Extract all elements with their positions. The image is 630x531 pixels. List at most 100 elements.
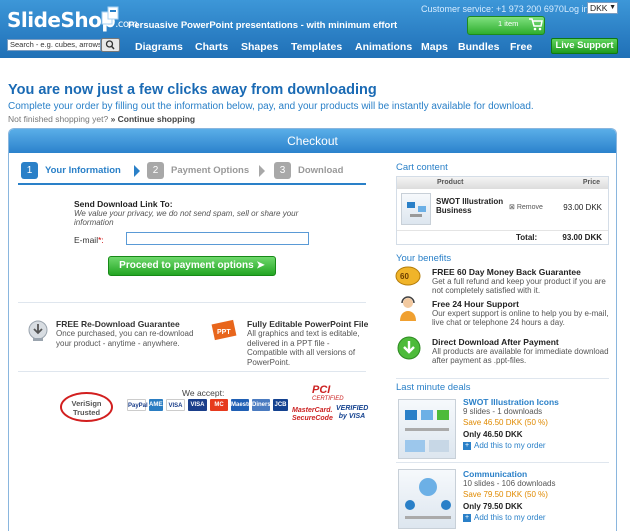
search-input[interactable]: Search - e.g. cubes, arrows... [7,39,101,51]
nav-templates[interactable]: Templates [291,41,355,53]
pci-logo: PCI [312,384,331,396]
cart-item-price: 93.00 DKK [563,203,602,212]
email-label: E-mail*: [74,235,104,245]
site-header: SlideShop.com Persuasive PowerPoint pres… [0,0,630,58]
step-your-information: 1 Your Information [21,162,121,179]
cart-item-name[interactable]: SWOT Illustration Business [436,197,506,215]
col-product: Product [437,179,464,186]
main-nav: Diagrams Charts Shapes Templates Animati… [135,41,540,53]
deal-meta: 9 slides - 1 downloads [463,407,543,416]
deal-save: Save 46.50 DKK (50 %) [463,418,548,427]
mastercard-logo: MC [210,399,228,411]
nav-bundles[interactable]: Bundles [458,41,510,53]
feature-redownload-title: FREE Re-Download Guarantee [56,319,180,329]
chevron-down-icon: ▼ [609,4,616,11]
deal-title[interactable]: SWOT Illustration Icons [463,397,559,407]
step-label: Your Information [45,165,121,176]
arrow-right-icon: ➤ [256,260,265,271]
feature-editable-text: All graphics and text is editable, deliv… [247,329,360,367]
nav-maps[interactable]: Maps [421,41,458,53]
re-download-icon [28,320,48,341]
step-label: Download [298,165,344,176]
currency-value: DKK [590,3,608,13]
close-icon: ⊠ [509,204,515,211]
svg-text:PPT: PPT [217,329,231,336]
continue-shopping-link[interactable]: » Continue shopping [111,114,196,124]
currency-select[interactable]: DKK ▼ [587,2,618,14]
deal-save: Save 79.50 DKK (50 %) [463,490,548,499]
svg-text:60: 60 [400,272,409,281]
continue-shopping-line: Not finished shopping yet? » Continue sh… [8,114,195,124]
page-title: You are now just a few clicks away from … [8,82,377,98]
step-number: 1 [21,162,38,179]
divider [396,378,609,379]
tagline: Persuasive PowerPoint presentations - wi… [128,20,398,31]
divider [18,302,366,303]
divider [18,371,366,372]
customer-service: Customer service: +1 973 200 6970 [421,4,564,14]
divider [396,462,609,463]
nav-animations[interactable]: Animations [355,41,421,53]
proceed-to-payment-button[interactable]: Proceed to payment options ➤ [108,256,276,276]
step-label: Payment Options [171,165,250,176]
benefit-download-text: All products are available for immediate… [432,347,609,365]
total-value: 93.00 DKK [562,233,602,242]
cart-row: SWOT Illustration Business ⊠ Remove 93.0… [397,189,608,231]
proceed-label: Proceed to payment options [119,260,254,271]
diners-logo: Diners [252,399,271,411]
checkout-steps: 1 Your Information 2 Payment Options 3 D… [18,161,366,185]
step-payment-options: 2 Payment Options [147,162,249,179]
search-icon [105,40,115,50]
checkout-title: Checkout [9,129,616,153]
login-link[interactable]: Log in [564,4,589,14]
paypal-logo: PayPal [127,399,148,411]
step-arrow-icon [134,165,140,177]
verified-by-visa-logo: VERIFIED by VISA [336,405,369,420]
logo-text: SlideShop [7,8,116,32]
required-marker: *: [98,235,104,245]
privacy-note: We value your privacy, we do not send sp… [74,209,299,227]
deal-meta: 10 slides - 106 downloads [463,479,556,488]
email-label-text: E-mail [74,235,99,245]
nav-diagrams[interactable]: Diagrams [135,41,195,53]
nav-charts[interactable]: Charts [195,41,241,53]
cart-total-row: Total: 93.00 DKK [397,231,608,244]
remove-button[interactable]: ⊠ Remove [509,203,543,211]
page-subtitle: Complete your order by filling out the i… [8,101,534,112]
visa-logo: VISA [166,399,185,411]
nav-free[interactable]: Free [510,41,540,53]
maestro-logo: Maestro [231,399,254,411]
verisign-badge: VeriSign Trusted [60,392,113,422]
mastercard-securecode-logo: MasterCard. SecureCode [292,407,333,422]
nav-shapes[interactable]: Shapes [241,41,291,53]
cart-count: 1 item [498,19,519,28]
benefit-support-text: Our expert support is online to help you… [432,309,609,327]
deals-heading: Last minute deals [396,382,471,393]
product-thumbnail [401,193,431,225]
step-number: 2 [147,162,164,179]
add-to-order-link[interactable]: Add this to my order [474,441,546,450]
total-label: Total: [516,233,538,242]
ppt-file-icon: PPT [211,319,237,341]
deal-thumbnail[interactable] [398,469,456,529]
visa-electron-logo: VISA [188,399,207,411]
deal-price: Only 46.50 DKK [463,430,523,439]
add-to-order-link[interactable]: Add this to my order [474,513,546,522]
cart-table: Product Price SWOT Illustration Business… [396,176,609,245]
step-download: 3 Download [274,162,343,179]
benefit-download-title: Direct Download After Payment [432,337,559,347]
money-back-guarantee-icon: 60 [395,266,421,286]
shopping-cart-icon [529,18,543,31]
search-placeholder: Search - e.g. cubes, arrows... [10,40,101,49]
col-price: Price [582,179,600,186]
deal-title[interactable]: Communication [463,469,527,479]
benefit-money-back-text: Get a full refund and keep your product … [432,277,606,295]
deal-thumbnail[interactable] [398,399,456,459]
search-button[interactable] [101,38,120,52]
payment-cards: PayPal AMEX VISA VISA MC Maestro Diners … [127,399,291,411]
amex-logo: AMEX [149,399,166,411]
live-support-button[interactable]: Live Support [551,38,618,54]
email-field[interactable] [126,232,309,245]
download-arrow-icon [397,336,421,360]
feature-editable-title: Fully Editable PowerPoint File [247,319,369,329]
